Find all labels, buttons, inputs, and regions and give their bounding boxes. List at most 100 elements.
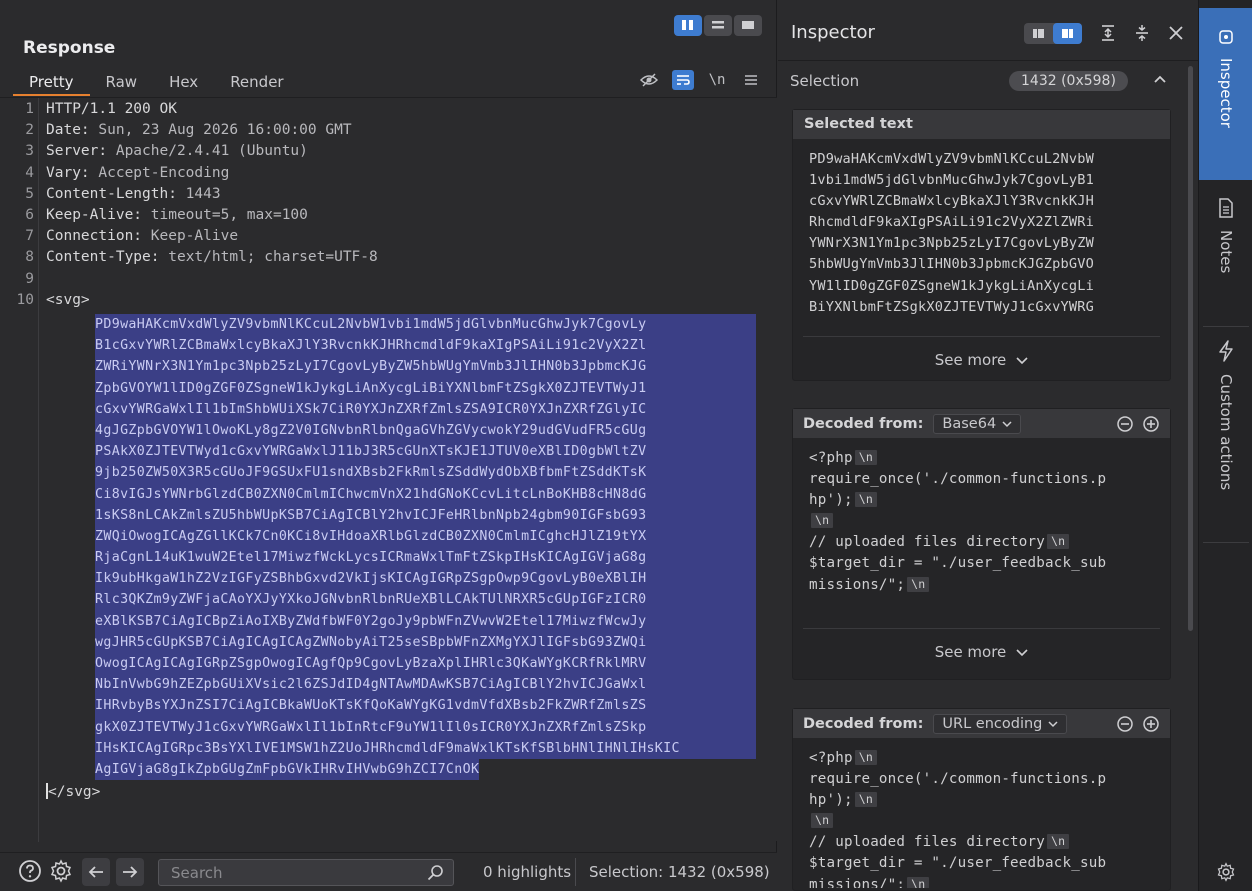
add-decoding-icon[interactable]: [1142, 715, 1160, 733]
code-line: Keep-Alive: timeout=5, max=100: [46, 207, 308, 223]
tab-hex[interactable]: Hex: [153, 68, 214, 96]
rail-tab-inspector[interactable]: Inspector: [1199, 8, 1252, 180]
split-horizontal-layout-button[interactable]: [704, 15, 732, 36]
code-line-key: Server:: [46, 143, 108, 160]
decoded-line: require_once('./common-functions.p: [809, 769, 1154, 790]
next-match-button[interactable]: [116, 858, 144, 886]
code-line-value: Accept-Encoding: [89, 164, 230, 181]
tab-pretty[interactable]: Pretty: [13, 68, 90, 96]
decoded-base64-header: Decoded from: Base64: [793, 409, 1170, 438]
selected-base64-line: ZWQiOwogICAgZGllKCk7Cn0KCi8vIHdoaXRlbGlz…: [95, 525, 756, 548]
see-more-decoded-button[interactable]: See more: [803, 628, 1160, 674]
selected-text-header[interactable]: Selected text: [793, 110, 1170, 139]
selected-base64-line: 9jb250ZW50X3R5cGUoJF9GSUxFU1sndXBsb2FkRm…: [95, 462, 756, 484]
inspector-scrollbar[interactable]: [1188, 66, 1193, 631]
inspector-title: Inspector: [791, 22, 875, 43]
selected-base64-line: 4gJGZpbGVOYW1lOwoKLy8gZ2V0IGNvbnRlbnQgaG…: [95, 419, 756, 442]
menu-icon[interactable]: [740, 70, 762, 90]
word-wrap-icon[interactable]: [672, 70, 694, 90]
rail-tab-label: Notes: [1217, 230, 1235, 274]
code-line-value: Sun, 23 Aug 2026 16:00:00 GMT: [89, 122, 352, 139]
newline-marker: \n: [811, 513, 834, 529]
chevron-down-icon: [1002, 420, 1012, 427]
decoded-line: missions/"; \n: [809, 875, 1154, 888]
decoded-base64-card: Decoded from: Base64 <?php \n require_once…: [792, 408, 1171, 680]
tab-raw[interactable]: Raw: [90, 68, 154, 96]
code-line-key: <svg>: [46, 291, 90, 308]
selected-text-line: RhcmdldF9kaXIgPSAiLi91c2VyX2ZlZWRi: [809, 214, 1095, 231]
inspector-header-divider: [778, 60, 1198, 61]
previous-match-button[interactable]: [82, 858, 110, 886]
response-code-editor[interactable]: PD9waHAKcmVxdWlyZV9vbmNlKCcuL2NvbW1vbi1m…: [0, 97, 777, 842]
remove-decoding-icon[interactable]: [1116, 415, 1134, 433]
notes-icon: [1219, 198, 1233, 218]
decoded-line-text: $target_dir = "./user_feedback_sub: [809, 555, 1107, 572]
line-number: 8: [25, 249, 34, 266]
single-layout-button[interactable]: [734, 15, 762, 36]
line-number: 7: [25, 228, 34, 245]
inspector-layout-right-button[interactable]: [1053, 22, 1082, 44]
hide-nonprintable-icon[interactable]: [638, 70, 660, 90]
decoding-select-value: URL encoding: [942, 715, 1043, 732]
decoded-line: <?php \n: [809, 448, 1154, 469]
decoded-from-label: Decoded from:: [803, 415, 924, 432]
code-line: Date: Sun, 23 Aug 2026 16:00:00 GMT: [46, 122, 352, 138]
decoding-select-base64[interactable]: Base64: [933, 413, 1022, 434]
selected-base64-line: OwogICAgICAgIGRpZSgpOwogICAgfQp9CgovLyBz…: [95, 653, 756, 675]
rail-tab-custom-actions[interactable]: Custom actions: [1199, 330, 1252, 542]
newline-toggle-button[interactable]: \n: [706, 70, 728, 90]
selected-base64-line: IHRvbyBsYXJnZSI7CiAgICBkaWUoKTsKfQoKaWYg…: [95, 695, 756, 717]
decoded-url-content: <?php \n require_once('./common-functions.…: [793, 738, 1170, 888]
rail-divider: [1203, 542, 1249, 543]
decoded-line-text: <?php: [809, 450, 853, 466]
lightning-icon: [1219, 340, 1233, 362]
svg-closing-tag: </svg>: [46, 783, 100, 800]
code-line: Content-Length: 1443: [46, 186, 221, 202]
newline-marker: \n: [854, 750, 877, 765]
decoded-line: <?php \n: [809, 748, 1154, 769]
newline-marker: \n: [854, 792, 877, 808]
selected-base64-line: 1sKS8nLCAkZmlsZU5hbWUpKSB7CiAgICBlY2hvIC…: [95, 504, 756, 526]
collapse-all-icon[interactable]: [1128, 22, 1156, 44]
decoded-line: // uploaded files directory \n: [809, 832, 1154, 853]
tag-bracket: <: [48, 784, 57, 801]
newline-marker: \n: [1047, 834, 1070, 850]
close-icon[interactable]: [1162, 22, 1190, 44]
code-line: <svg>: [46, 292, 90, 308]
search-input[interactable]: Search: [158, 859, 454, 886]
code-line-value: 1443: [176, 185, 221, 202]
selected-base64-line: gkX0ZJTEVTWyJ1cGxvYWRGaWxlIl1bInRtcF9uYW…: [95, 716, 756, 738]
code-line-value: text/html; charset=UTF-8: [159, 249, 378, 266]
decoded-line-text: missions/";: [809, 876, 906, 888]
remove-decoding-icon[interactable]: [1116, 715, 1134, 733]
rail-settings-button[interactable]: [1199, 862, 1252, 888]
chevron-up-icon[interactable]: [1153, 73, 1167, 89]
see-more-label: See more: [934, 350, 1007, 369]
inspector-toolbar: [1024, 22, 1190, 44]
expand-all-icon[interactable]: [1094, 22, 1122, 44]
decoded-line-text: <?php: [809, 750, 853, 766]
selected-base64-line: wgJHR5cGUpKSB7CiAgICAgICAgZWNobyAiT25seS…: [95, 631, 756, 653]
footer-selection-info: Selection: 1432 (0x598): [589, 863, 770, 881]
code-line-key: Connection:: [46, 228, 143, 245]
code-line-key: Date:: [46, 122, 90, 139]
see-more-selected-button[interactable]: See more: [803, 336, 1160, 382]
split-vertical-layout-button[interactable]: [674, 15, 702, 36]
decoding-select-url[interactable]: URL encoding: [933, 713, 1068, 734]
selected-base64-line: ZpbGVOYW1lID0gZGF0ZSgneW1kJykgLiAnXycgLi…: [95, 377, 756, 399]
code-line: Connection: Keep-Alive: [46, 228, 238, 244]
add-decoding-icon[interactable]: [1142, 415, 1160, 433]
tab-render[interactable]: Render: [214, 68, 299, 96]
selected-base64-block[interactable]: PD9waHAKcmVxdWlyZV9vbmNlKCcuL2NvbW1vbi1m…: [95, 314, 756, 784]
inspector-layout-left-button[interactable]: [1024, 23, 1053, 44]
settings-gear-icon[interactable]: [48, 858, 74, 884]
help-icon[interactable]: [17, 858, 43, 884]
selection-label[interactable]: Selection: [790, 72, 859, 90]
highlights-count: 0 highlights: [483, 863, 572, 881]
selected-base64-line: RjaCgnL14uK1wuW2Etel17MiwzfWckLycsICRmaW…: [95, 547, 756, 569]
rail-tab-label: Custom actions: [1217, 374, 1235, 491]
rail-tab-notes[interactable]: Notes: [1199, 184, 1252, 326]
decoded-line: $target_dir = "./user_feedback_sub: [809, 853, 1154, 874]
gutter-divider: [38, 98, 39, 842]
line-number: 2: [25, 122, 34, 139]
